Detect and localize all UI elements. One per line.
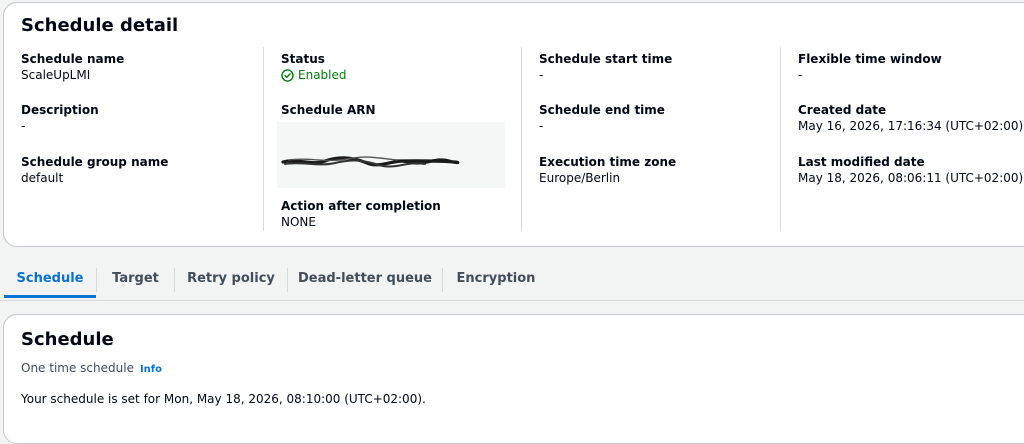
execution-time-zone-label: Execution time zone xyxy=(539,155,677,169)
schedule-detail-title: Schedule detail xyxy=(21,15,179,36)
description-field: Description - xyxy=(21,102,99,135)
schedule-description: Your schedule is set for Mon, May 18, 20… xyxy=(21,392,426,406)
description-label: Description xyxy=(21,103,99,117)
detail-column-3: Schedule start time - Schedule end time … xyxy=(521,47,797,231)
status-value: Enabled xyxy=(298,68,347,82)
description-value: - xyxy=(21,119,26,133)
created-date-value: May 16, 2026, 17:16:34 (UTC+02:00) xyxy=(798,119,1024,133)
action-after-completion-field: Action after completion NONE xyxy=(281,198,441,231)
schedule-name-value: ScaleUpLMI xyxy=(21,68,91,82)
action-after-completion-value: NONE xyxy=(281,215,316,229)
redaction-scribble xyxy=(281,156,460,168)
action-after-completion-label: Action after completion xyxy=(281,199,441,213)
flexible-time-window-label: Flexible time window xyxy=(798,52,942,66)
last-modified-date-field: Last modified date May 18, 2026, 08:06:1… xyxy=(798,154,1023,187)
tab-target[interactable]: Target xyxy=(97,262,174,298)
schedule-end-time-value: - xyxy=(539,119,544,133)
tab-schedule[interactable]: Schedule xyxy=(4,262,96,298)
schedule-end-time-label: Schedule end time xyxy=(539,103,665,117)
tab-encryption[interactable]: Encryption xyxy=(443,262,549,298)
schedule-type-label: One time schedule xyxy=(21,361,134,375)
schedule-start-time-label: Schedule start time xyxy=(539,52,673,66)
detail-column-1: Schedule name ScaleUpLMI Description - S… xyxy=(21,47,279,231)
detail-column-4: Flexible time window - Created date May … xyxy=(780,47,1024,231)
created-date-field: Created date May 16, 2026, 17:16:34 (UTC… xyxy=(798,102,1023,135)
tab-retry-policy[interactable]: Retry policy xyxy=(175,262,287,298)
schedule-detail-panel: Schedule detail Schedule name ScaleUpLMI… xyxy=(3,2,1024,247)
created-date-label: Created date xyxy=(798,103,887,117)
schedule-end-time-field: Schedule end time - xyxy=(539,102,665,135)
schedule-panel: Schedule One time schedule Info Your sche… xyxy=(3,314,1024,444)
status-badge: Enabled xyxy=(281,67,347,84)
detail-column-2: Status Enabled Schedule ARN Action after xyxy=(263,47,539,231)
tab-dead-letter-queue[interactable]: Dead-letter queue xyxy=(288,262,442,298)
schedule-group-value: default xyxy=(21,171,64,185)
schedule-arn-redacted xyxy=(277,122,505,188)
schedule-group-label: Schedule group name xyxy=(21,155,169,169)
info-link[interactable]: Info xyxy=(140,364,162,375)
execution-time-zone-value: Europe/Berlin xyxy=(539,171,621,185)
schedule-title: Schedule xyxy=(21,329,114,350)
schedule-group-field: Schedule group name default xyxy=(21,154,168,187)
schedule-arn-label: Schedule ARN xyxy=(281,103,376,117)
check-circle-icon xyxy=(281,69,294,82)
schedule-start-time-value: - xyxy=(539,68,544,82)
schedule-arn-field: Schedule ARN xyxy=(277,102,509,188)
status-label: Status xyxy=(281,52,325,66)
flexible-time-window-field: Flexible time window - xyxy=(798,51,942,84)
detail-tabs: Schedule Target Retry policy Dead-letter… xyxy=(0,262,1024,301)
execution-time-zone-field: Execution time zone Europe/Berlin xyxy=(539,154,676,187)
schedule-type: One time schedule Info xyxy=(21,360,162,378)
schedule-start-time-field: Schedule start time - xyxy=(539,51,672,84)
last-modified-date-value: May 18, 2026, 08:06:11 (UTC+02:00) xyxy=(798,171,1024,185)
last-modified-date-label: Last modified date xyxy=(798,155,925,169)
flexible-time-window-value: - xyxy=(798,68,803,82)
schedule-name-label: Schedule name xyxy=(21,52,125,66)
status-field: Status Enabled xyxy=(281,51,347,84)
schedule-name-field: Schedule name ScaleUpLMI xyxy=(21,51,124,84)
